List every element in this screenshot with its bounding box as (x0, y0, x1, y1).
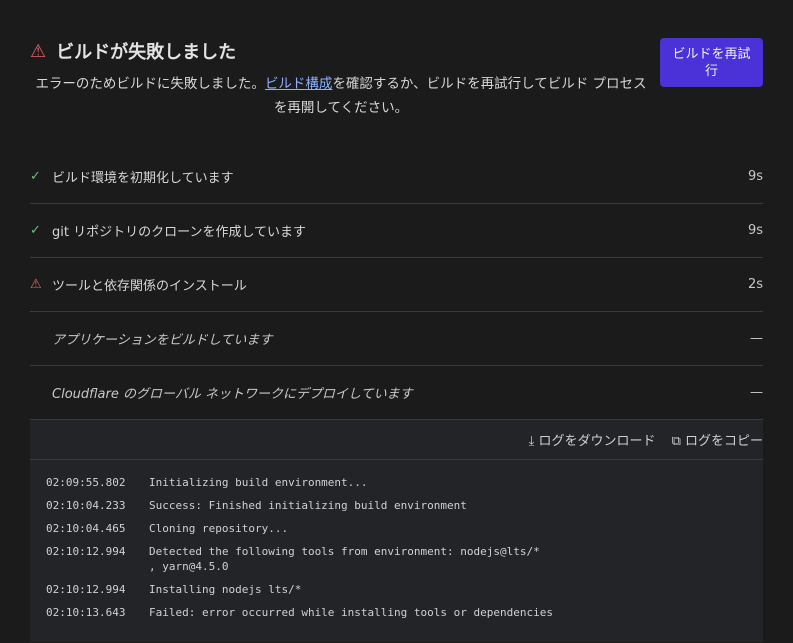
log-message: Success: Finished initializing build env… (149, 499, 467, 512)
log-message: Cloning repository... (149, 522, 289, 535)
step-label: Cloudflare のグローバル ネットワークにデプロイしています (52, 387, 413, 402)
page-title: ビルドが失敗しました (56, 42, 237, 63)
log-message: Installing nodejs lts/* (149, 583, 302, 596)
log-timestamp: 02:10:12.994 (46, 583, 126, 596)
log-lines: 02:09:55.802 Initializing build environme… (30, 460, 763, 643)
log-line: 02:10:12.994 Installing nodejs lts/* (46, 582, 747, 597)
build-step[interactable]: ⚠ ツールと依存関係のインストール 2s (30, 258, 763, 312)
step-duration: 2s (747, 277, 763, 292)
build-failed-header: ⚠ ビルドが失敗しました エラーのためビルドに失敗しました。ビルド構成を確認するか… (30, 38, 763, 116)
log-timestamp: 02:09:55.802 (46, 476, 126, 489)
log-timestamp: 02:10:04.465 (46, 522, 126, 535)
log-message: Failed: error occurred while installing … (149, 606, 553, 619)
build-step[interactable]: ✓ git リポジトリのクローンを作成しています 9s (30, 204, 763, 258)
log-timestamp: 02:10:13.643 (46, 606, 126, 619)
copy-icon: ⧉ (671, 434, 685, 449)
step-label: アプリケーションをビルドしています (52, 333, 273, 348)
step-duration: 9s (747, 223, 763, 238)
step-duration: — (750, 331, 763, 346)
log-timestamp: 02:10:04.233 (46, 499, 126, 512)
log-line: 02:10:04.233 Success: Finished initializi… (46, 498, 747, 513)
log-message: Detected the following tools from enviro… (149, 545, 540, 573)
download-log-button[interactable]: ⤓ ログをダウンロード (529, 430, 656, 449)
step-label: git リポジトリのクローンを作成しています (52, 225, 307, 240)
log-message: Initializing build environment... (149, 476, 368, 489)
step-duration: 9s (747, 169, 763, 184)
build-steps: ✓ ビルド環境を初期化しています 9s ✓ git リポジトリのクローンを作成しています… (30, 150, 763, 420)
build-step[interactable]: アプリケーションをビルドしています — (30, 312, 763, 366)
log-line: 02:10:12.994 Detected the following tools… (46, 544, 747, 574)
copy-log-button[interactable]: ⧉ ログをコピー (672, 430, 763, 449)
log-line: 02:10:13.643 Failed: error occurred while… (46, 605, 747, 620)
log-panel: ⤓ ログをダウンロード ⧉ ログをコピー 02:09:55.802 Initial… (30, 420, 763, 642)
build-step[interactable]: ✓ ビルド環境を初期化しています 9s (30, 150, 763, 204)
warning-icon: ⚠ (30, 40, 47, 62)
step-label: ビルド環境を初期化しています (52, 171, 234, 186)
step-duration: — (750, 385, 763, 400)
step-label: ツールと依存関係のインストール (52, 279, 247, 294)
retry-build-button[interactable]: ビルドを再試行 (660, 38, 763, 87)
log-line: 02:10:04.465 Cloning repository... (46, 521, 747, 536)
warning-icon: ⚠ (30, 277, 42, 292)
build-config-link[interactable]: ビルド構成 (265, 76, 333, 92)
build-step[interactable]: Cloudflare のグローバル ネットワークにデプロイしています — (30, 366, 763, 420)
error-description: エラーのためビルドに失敗しました。ビルド構成を確認するか、ビルドを再試行してビル… (35, 76, 647, 116)
check-icon: ✓ (30, 223, 41, 238)
log-timestamp: 02:10:12.994 (46, 545, 126, 558)
download-icon: ⤓ (528, 434, 539, 449)
check-icon: ✓ (30, 169, 41, 184)
log-line: 02:09:55.802 Initializing build environme… (46, 475, 747, 490)
